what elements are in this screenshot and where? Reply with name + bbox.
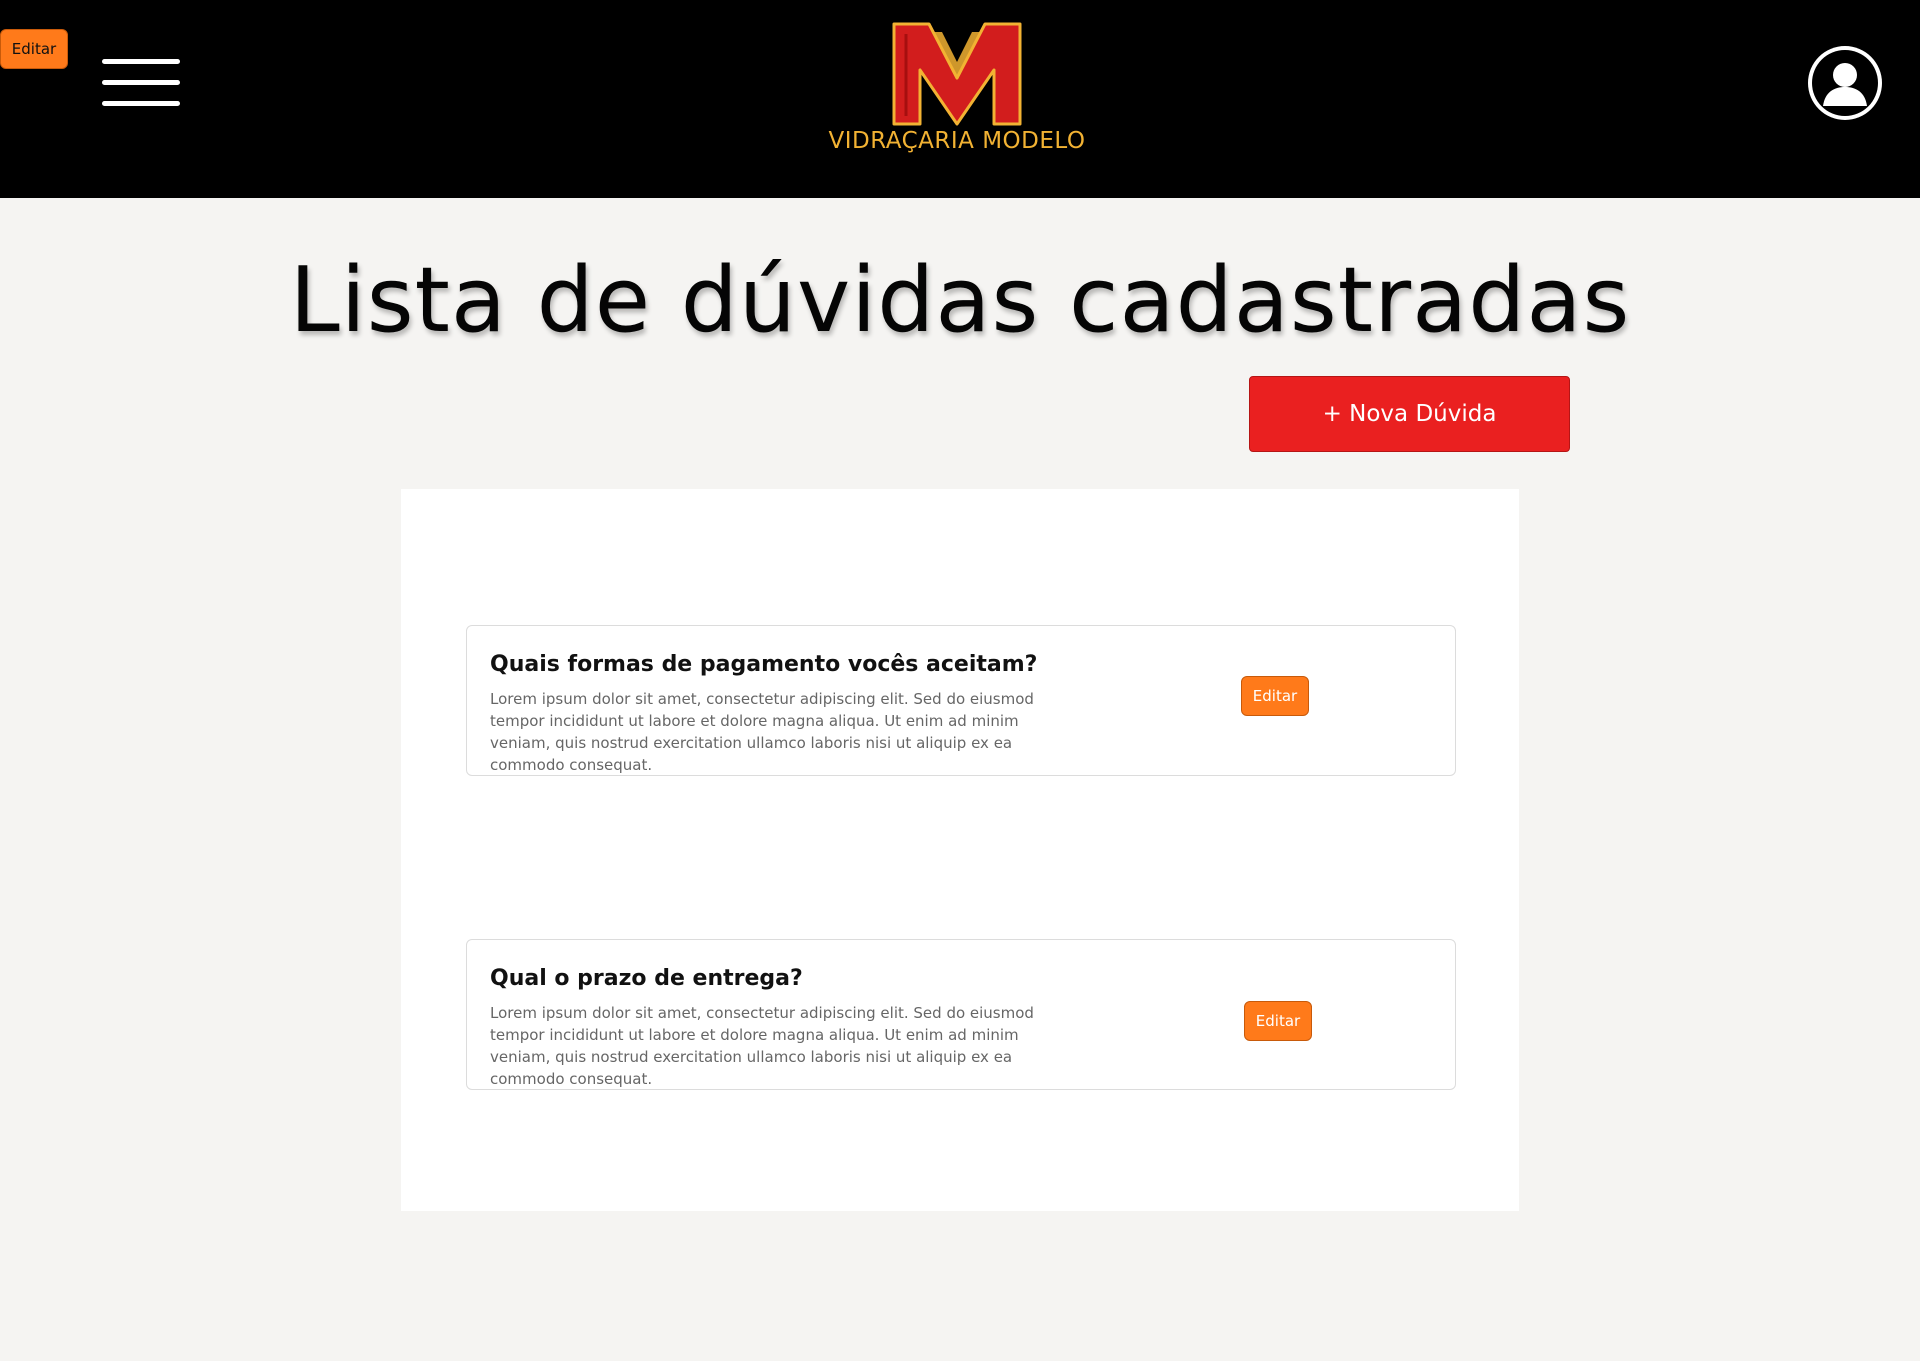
new-question-button[interactable]: + Nova Dúvida (1249, 376, 1570, 452)
questions-panel: Quais formas de pagamento vocês aceitam?… (401, 489, 1519, 1211)
brand-name: VIDRAÇARIA MODELO (828, 128, 1086, 154)
faq-question: Qual o prazo de entrega? (490, 966, 803, 991)
edit-header-button[interactable]: Editar (0, 29, 68, 69)
brand-m-emblem-icon (892, 22, 1022, 126)
user-avatar-icon[interactable] (1808, 46, 1882, 120)
page-title: Lista de dúvidas cadastradas (289, 248, 1631, 353)
brand-logo[interactable]: VIDRAÇARIA MODELO (822, 20, 1092, 160)
edit-faq-button[interactable]: Editar (1244, 1001, 1312, 1041)
top-header: Editar VIDRAÇARIA MODELO (0, 0, 1920, 198)
faq-answer: Lorem ipsum dolor sit amet, consectetur … (490, 1004, 1034, 1088)
edit-faq-button[interactable]: Editar (1241, 676, 1309, 716)
faq-question: Quais formas de pagamento vocês aceitam? (490, 652, 1038, 677)
faq-card: Quais formas de pagamento vocês aceitam?… (466, 625, 1456, 776)
faq-answer: Lorem ipsum dolor sit amet, consectetur … (490, 690, 1034, 774)
hamburger-menu-icon[interactable] (102, 59, 180, 111)
faq-card: Qual o prazo de entrega? Lorem ipsum dol… (466, 939, 1456, 1090)
